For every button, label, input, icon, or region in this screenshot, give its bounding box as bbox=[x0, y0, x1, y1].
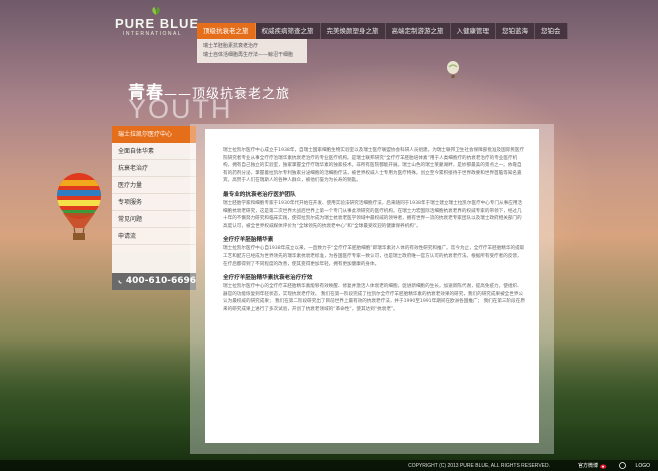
footer bbox=[0, 460, 658, 471]
brand-mark[interactable]: LOGO bbox=[636, 463, 650, 469]
section-body-essence: 瑞士拉凯尔医疗中心自1938年成立以来，一直致力于“全疗疗羊胚胎细胞”即瑞华素对… bbox=[223, 246, 525, 267]
phone-icon bbox=[118, 279, 122, 284]
hotline[interactable]: 400-610-6696 bbox=[112, 273, 196, 290]
copyright-text: COPYRIGHT (C) 2013 PURE BLUE, ALL RIGHTS… bbox=[408, 463, 550, 469]
nav-item-health[interactable]: 入健康管理 bbox=[450, 23, 496, 39]
nav-item-anti-aging[interactable]: 顶级抗衰老之旅 bbox=[197, 23, 256, 39]
logo[interactable]: PURE BLUE INTERNATIONAL bbox=[115, 6, 205, 37]
leaf-icon bbox=[152, 7, 160, 15]
sidebar-item-services[interactable]: 专项服务 bbox=[112, 194, 196, 211]
hotline-number: 400-610-6696 bbox=[125, 276, 196, 286]
nav-dropdown: 瑞士羊胚胎素抗衰老治疗 瑞士自体活细胞再生疗法——鲸沼干细胞 bbox=[197, 39, 307, 63]
section-body-team: 瑞士胚胎学家和细胞专家于1930年代开始在开发、使用实验法研究活细胞疗法，后来随… bbox=[223, 200, 523, 229]
sidebar-item-treatment[interactable]: 抗衰老治疗 bbox=[112, 160, 196, 177]
dropdown-item-embryo[interactable]: 瑞士羊胚胎素抗衰老治疗 bbox=[203, 42, 301, 51]
main-nav: 顶级抗衰老之旅 权威疾病筛查之旅 完美焕颜塑身之旅 高端定制游游之旅 入健康管理… bbox=[197, 23, 568, 39]
section-title-essence: 全疗疗羊胚胎精华素 bbox=[223, 237, 274, 244]
section-title-team: 最专业的抗衰老治疗医护团队 bbox=[223, 191, 296, 198]
section-body-efficacy: 瑞士拉凯尔医疗中心的全疗疗羊胚胎精华素能够有效唤醒、修复并激活人体衰老的细胞，促… bbox=[223, 284, 525, 312]
sidebar-item-clinic[interactable]: 瑞士拉凯尔医疗中心 bbox=[112, 126, 196, 143]
weibo-icon[interactable] bbox=[600, 463, 607, 469]
nav-item-beauty[interactable]: 完美焕颜塑身之旅 bbox=[320, 23, 386, 39]
weibo-link[interactable]: 官方微博 bbox=[578, 462, 598, 469]
page-title-english: YOUTH bbox=[128, 94, 233, 124]
sidebar: 瑞士拉凯尔医疗中心 全面自体华素 抗衰老治疗 医疗力量 专项服务 常见问题 申请… bbox=[112, 126, 196, 290]
sidebar-item-faq[interactable]: 常见问题 bbox=[112, 211, 196, 228]
section-title-efficacy: 全疗疗羊胚胎精华素抗衰老治疗疗效 bbox=[223, 275, 313, 282]
logo-subtext: INTERNATIONAL bbox=[123, 31, 183, 37]
logo-text: PURE BLUE bbox=[115, 16, 200, 31]
content-card: 瑞士拉凯尔医疗中心成立于1938年，自瑞士国家细胞生物实验室以及瑞士医疗联盟协会… bbox=[205, 129, 539, 443]
nav-item-screening[interactable]: 权威疾病筛查之旅 bbox=[255, 23, 321, 39]
nav-item-about[interactable]: 您铂蓝海 bbox=[496, 23, 535, 39]
nav-item-club[interactable]: 您铂会 bbox=[535, 23, 568, 39]
sidebar-item-medical[interactable]: 医疗力量 bbox=[112, 177, 196, 194]
brand-icon bbox=[619, 462, 626, 469]
sidebar-filler bbox=[112, 245, 196, 273]
small-balloon-icon bbox=[447, 61, 459, 78]
dropdown-item-cell-therapy[interactable]: 瑞士自体活细胞再生疗法——鲸沼干细胞 bbox=[203, 51, 301, 60]
hot-air-balloon-icon bbox=[57, 173, 101, 240]
nav-item-custom-tour[interactable]: 高端定制游游之旅 bbox=[385, 23, 451, 39]
sidebar-item-apply[interactable]: 申请流 bbox=[112, 228, 196, 245]
sidebar-item-overview[interactable]: 全面自体华素 bbox=[112, 143, 196, 160]
intro-paragraph: 瑞士拉凯尔医疗中心成立于1938年，自瑞士国家细胞生物实验室以及瑞士医疗联盟协会… bbox=[223, 148, 525, 184]
